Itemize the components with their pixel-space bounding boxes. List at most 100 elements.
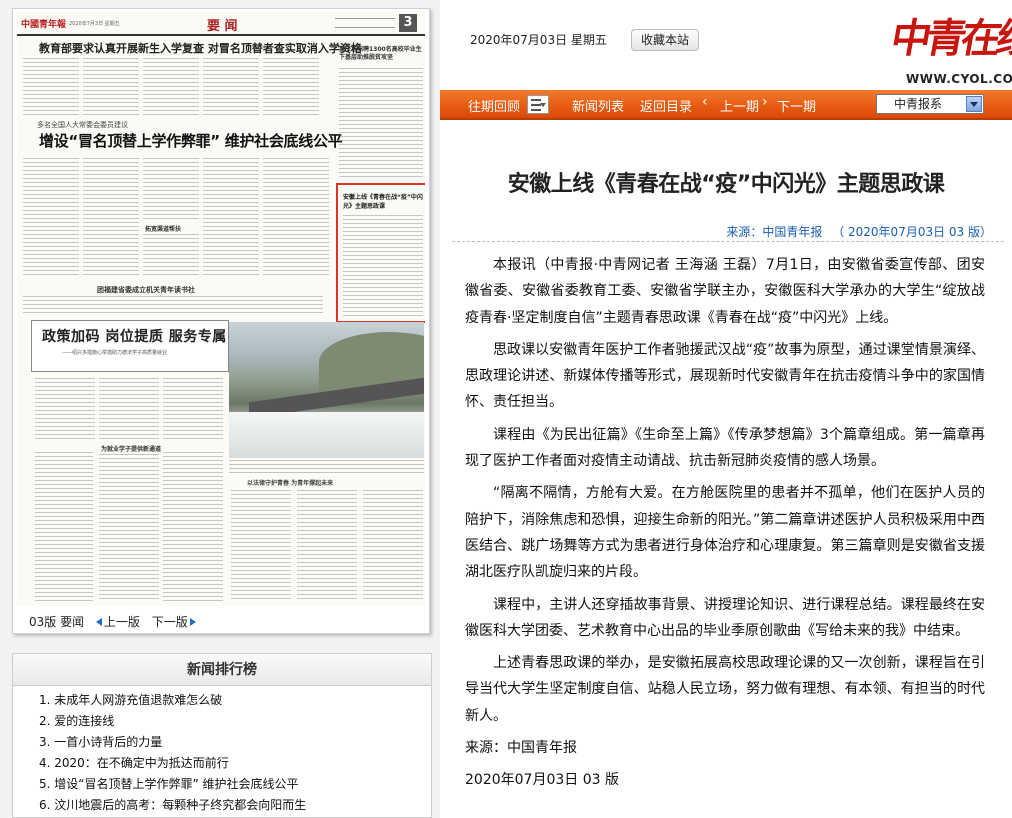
site-logo[interactable]: 中青在线 WWW.CYOL.COM: [887, 4, 1012, 86]
site-logo-en: WWW.CYOL.COM: [906, 72, 1012, 86]
paper-section-name: 要 闻: [207, 19, 238, 34]
news-ranking-list: 1. 未成年人网游充值退款难怎么破 2. 爱的连接线 3. 一首小诗背后的力量 …: [13, 686, 431, 816]
paper-text-block: [23, 296, 323, 316]
paper-page-number: 3: [399, 14, 417, 32]
nav-past-review[interactable]: 往期回顾: [468, 96, 520, 115]
prev-page-label: 上一版: [103, 615, 140, 629]
paper-masthead: 中國青年報 2020年7月3日 星期五 要 闻 3: [17, 12, 425, 36]
paper-side-headline: 重庆将招聘1300名高校毕业生下基层助推脱贫攻坚: [339, 46, 422, 61]
paper-text-block: [83, 158, 139, 278]
paper-text-block: [263, 58, 319, 116]
paper-col-headline: 为就业学子提供新通道: [101, 446, 162, 453]
ranking-item-link[interactable]: 2. 爱的连接线: [39, 714, 114, 728]
paper-feature-subtitle: ——绍兴多措施心举措助力德法学子高质量就业: [62, 350, 168, 356]
paper-text-block: [143, 234, 199, 278]
article-paragraph: 上述青春思政课的举办，是安徽拓展高校思政理论课的又一次创新，课程旨在引导当代大学…: [465, 655, 985, 724]
ranking-item-link[interactable]: 1. 未成年人网游充值退款难怎么破: [39, 693, 222, 707]
paper-photo-caption: [229, 460, 424, 474]
article-paragraph: 课程由《为民出征篇》《生命至上篇》《传承梦想篇》3个篇章组成。第一篇章再现了医护…: [465, 426, 985, 470]
paper-text-block: [363, 490, 423, 602]
paper-text-block: [83, 58, 139, 116]
paper-page-nav: 03版 要闻 上一版 下一版: [29, 613, 204, 630]
nav-news-list[interactable]: 新闻列表: [572, 96, 624, 115]
next-page-label: 下一版: [151, 615, 188, 629]
paper-text-block: [339, 68, 423, 178]
paper-photo: [229, 322, 424, 458]
article-paragraph: “隔离不隔情，方舱有大爱。在方舱医院里的患者并不孤单，他们在医护人员的陪护下，消…: [465, 485, 985, 581]
site-header: 2020年07月03日 星期五 收藏本站 中青在线 WWW.CYOL.COM: [440, 0, 1012, 90]
paper-bottom-heading: 以法律守护青春 为青年撑起未来: [247, 480, 334, 487]
chevron-right-icon: ›: [762, 94, 768, 110]
paper-text-block: [203, 158, 259, 278]
main-nav-bar: 往期回顾 新闻列表 返回目录 ‹ 上一期 › 下一期 中青报系: [440, 90, 1012, 120]
newspaper-page-image[interactable]: 中國青年報 2020年7月3日 星期五 要 闻 3 教育部要求认真开展新生入学复…: [17, 12, 425, 606]
paper-headline-main: 增设“冒名顶替上学作弊罪” 维护社会底线公平: [39, 132, 343, 150]
chevron-down-icon[interactable]: [966, 96, 982, 112]
highlighted-article-title: 安徽上线《青春在战“疫”中闪光》主题思政课: [343, 194, 423, 210]
paper-text-block: [297, 490, 357, 602]
paper-feature-box: 政策加码 岗位提质 服务专属 ——绍兴多措施心举措助力德法学子高质量就业: [31, 320, 229, 372]
paper-subline: 多名全国人大常委会委员建议: [37, 121, 128, 129]
paper-text-block: [343, 215, 423, 317]
article-paragraph: 课程中，主讲人还穿插故事背景、讲授理论知识、进行课程总结。课程最终在安徽医科大学…: [465, 596, 985, 639]
ranking-item[interactable]: 4. 2020：在不确定中为抵达而前行: [39, 753, 431, 774]
article-meta: 来源：中国青年报 （ 2020年07月03日 03 版）: [720, 223, 992, 240]
ranking-item-link[interactable]: 4. 2020：在不确定中为抵达而前行: [39, 756, 229, 770]
prev-page-link[interactable]: 上一版: [95, 613, 140, 630]
article-paragraph: 本报讯（中青报·中青网记者 王海涵 王磊）7月1日，由安徽省委宣传部、团安徽省委…: [465, 257, 985, 326]
site-logo-cn: 中青在线: [887, 15, 1012, 62]
paper-masthead-logo: 中國青年報: [21, 20, 67, 30]
current-date: 2020年07月03日 星期五: [470, 33, 607, 47]
paper-text-block: [99, 454, 159, 602]
paper-select-value: 中青报系: [894, 97, 943, 111]
ranking-item[interactable]: 2. 爱的连接线: [39, 711, 431, 732]
article-title: 安徽上线《青春在战“疫”中闪光》主题思政课: [507, 172, 945, 197]
article-date: （ 2020年07月03日 03 版）: [832, 225, 992, 239]
paper-col-headline: 拓宽渠道帮扶: [145, 226, 182, 233]
ranking-item[interactable]: 5. 增设“冒名顶替上学作弊罪” 维护社会底线公平: [39, 774, 431, 795]
paper-text-block: [163, 378, 223, 442]
ranking-item[interactable]: 1. 未成年人网游充值退款难怎么破: [39, 690, 431, 711]
paper-masthead-date: 2020年7月3日 星期五: [69, 21, 120, 27]
paper-text-block: [143, 58, 199, 116]
next-page-link[interactable]: 下一版: [152, 613, 196, 630]
paper-headline-top: 教育部要求认真开展新生入学复查 对冒名顶替者查实取消入学资格: [39, 42, 362, 55]
paper-headline-bottom: 团福建省委成立机关青年读书社: [97, 286, 195, 294]
article-paragraph: 思政课以安徽青年医护工作者驰援武汉战“疫”故事为原型，通过课堂情景演绎、思政理论…: [465, 341, 985, 411]
nav-back-to-index[interactable]: 返回目录: [640, 96, 692, 115]
add-favorite-button[interactable]: 收藏本站: [631, 29, 699, 51]
ranking-item-link[interactable]: 3. 一首小诗背后的力量: [39, 735, 162, 749]
paper-feature-title: 政策加码 岗位提质 服务专属: [42, 329, 227, 345]
arrow-left-icon: [95, 618, 102, 626]
ranking-item[interactable]: 6. 汶川地震后的高考：每颗种子终究都会向阳而生: [39, 795, 431, 816]
ranking-item[interactable]: 3. 一首小诗背后的力量: [39, 732, 431, 753]
arrow-right-icon: [189, 618, 196, 626]
chevron-left-icon: ‹: [702, 94, 708, 110]
paper-text-block: [203, 58, 259, 116]
news-ranking-title: 新闻排行榜: [13, 654, 431, 686]
article-date-footer: 2020年07月03日 03 版: [465, 772, 619, 789]
nav-next-issue[interactable]: 下一期: [777, 96, 816, 115]
ranking-item-link[interactable]: 5. 增设“冒名顶替上学作弊罪” 维护社会底线公平: [39, 777, 299, 791]
ranking-item-link[interactable]: 6. 汶川地震后的高考：每颗种子终究都会向阳而生: [39, 798, 306, 812]
left-column: 中國青年報 2020年7月3日 星期五 要 闻 3 教育部要求认真开展新生入学复…: [0, 0, 440, 818]
paper-text-block: [143, 158, 199, 220]
article-source-footer: 来源：中国青年报: [465, 740, 577, 757]
paper-text-block: [99, 378, 159, 442]
paper-text-block: [23, 158, 79, 278]
news-ranking-panel: 新闻排行榜 1. 未成年人网游充值退款难怎么破 2. 爱的连接线 3. 一首小诗…: [12, 653, 432, 818]
list-dropdown-icon[interactable]: [527, 95, 549, 114]
paper-text-block: [231, 490, 291, 602]
current-page-label: 03版 要闻: [29, 615, 85, 629]
nav-prev-issue[interactable]: 上一期: [720, 96, 759, 115]
highlighted-article-box[interactable]: 安徽上线《青春在战“疫”中闪光》主题思政课: [336, 183, 425, 323]
newspaper-page-frame: 中國青年報 2020年7月3日 星期五 要 闻 3 教育部要求认真开展新生入学复…: [12, 8, 430, 634]
paper-text-block: [23, 58, 79, 116]
paper-text-block: [163, 452, 223, 602]
article-meta-bar: 来源：中国青年报 （ 2020年07月03日 03 版）: [452, 218, 1004, 242]
article-source: 来源：中国青年报: [726, 225, 823, 239]
paper-text-block: [35, 452, 93, 602]
paper-masthead-info: [335, 18, 395, 28]
article-body: 本报讯（中青报·中青网记者 王海涵 王磊）7月1日，由安徽省委宣传部、团安徽省委…: [465, 252, 985, 800]
paper-select[interactable]: 中青报系: [876, 94, 984, 114]
